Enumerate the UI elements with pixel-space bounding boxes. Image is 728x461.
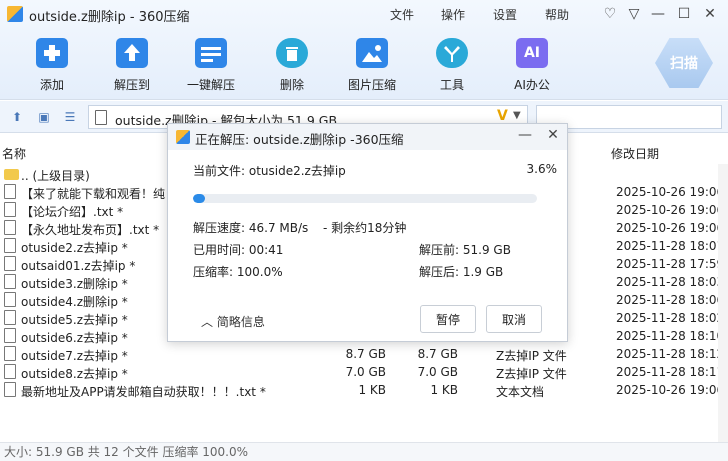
- skin-icon[interactable]: ♡: [599, 3, 621, 25]
- file-icon: [4, 346, 16, 361]
- size-before: 解压前: 51.9 GB: [419, 243, 511, 257]
- maximize-icon[interactable]: ☐: [673, 3, 695, 25]
- compression-ratio: 压缩率: 100.0%: [193, 265, 283, 279]
- time-remaining: - 剩余约18分钟: [323, 221, 407, 235]
- elapsed-time: 已用时间: 00:41: [193, 243, 284, 257]
- current-file: 当前文件: otuside2.z去掉ip: [193, 164, 346, 178]
- progress-bar: [193, 194, 537, 203]
- file-icon: [4, 328, 16, 343]
- document-icon: [95, 110, 107, 125]
- top-area: outside.z删除ip - 360压缩 文件 操作 设置 帮助 ♡ ▽ — …: [0, 0, 728, 100]
- file-icon: [4, 256, 16, 271]
- minimize-icon[interactable]: —: [516, 127, 534, 145]
- image-compress-icon: [356, 38, 388, 68]
- title-bar: outside.z删除ip - 360压缩 文件 操作 设置 帮助 ♡ ▽ — …: [0, 0, 728, 28]
- toolbar-extract-to-button[interactable]: 解压到: [97, 38, 167, 93]
- status-bar: 大小: 51.9 GB 共 12 个文件 压缩率 100.0%: [0, 442, 728, 461]
- app-logo-icon: [176, 130, 190, 144]
- toolbar-add-button[interactable]: 添加: [17, 38, 87, 93]
- details-label: 简略信息: [216, 315, 265, 329]
- menu-icon[interactable]: ▽: [623, 3, 645, 25]
- view-icon[interactable]: ▣: [37, 110, 51, 124]
- file-icon: [4, 310, 16, 325]
- minimize-icon[interactable]: —: [647, 3, 669, 25]
- menu-file[interactable]: 文件: [390, 6, 414, 23]
- one-click-extract-icon: [195, 38, 227, 68]
- file-icon: [4, 364, 16, 379]
- menu-help[interactable]: 帮助: [545, 6, 569, 23]
- app-logo-icon: [7, 6, 23, 22]
- file-icon: [4, 238, 16, 253]
- file-icon: [4, 184, 16, 199]
- toolbar-tools-button[interactable]: 工具: [417, 38, 487, 93]
- ai-icon: AI: [516, 38, 548, 68]
- size-after: 解压后: 1.9 GB: [419, 265, 504, 279]
- extract-to-icon: [116, 38, 148, 68]
- close-icon[interactable]: ✕: [544, 127, 562, 145]
- pause-button[interactable]: 暂停: [420, 305, 476, 333]
- menu-settings[interactable]: 设置: [493, 6, 517, 23]
- folder-icon: [4, 169, 19, 180]
- trash-icon: [276, 38, 308, 68]
- list-item[interactable]: outside8.z去掉ip * 7.0 GB 7.0 GB Z去掉IP 文件 …: [0, 363, 728, 381]
- toolbar-image-compress-button[interactable]: 图片压缩: [337, 38, 407, 93]
- tools-icon: [436, 38, 468, 68]
- column-modified[interactable]: 修改日期: [611, 145, 659, 162]
- window-title: outside.z删除ip - 360压缩: [29, 10, 190, 25]
- file-icon: [4, 202, 16, 217]
- chevron-up-icon: ︿: [201, 315, 214, 329]
- add-icon: [36, 38, 68, 68]
- cancel-button[interactable]: 取消: [486, 305, 542, 333]
- details-toggle[interactable]: ︿ 简略信息: [201, 313, 265, 330]
- file-icon: [4, 274, 16, 289]
- file-icon: [4, 220, 16, 235]
- toolbar-one-click-extract-button[interactable]: 一键解压: [176, 38, 246, 93]
- scan-button[interactable]: 扫描: [655, 38, 713, 88]
- dialog-title-bar: 正在解压: outside.z删除ip -360压缩 — ✕: [168, 124, 567, 150]
- list-item[interactable]: 最新地址及APP请发邮箱自动获取！！！.txt * 1 KB 1 KB 文本文档…: [0, 381, 728, 399]
- extract-speed: 解压速度: 46.7 MB/s: [193, 221, 309, 235]
- vertical-scrollbar[interactable]: [718, 164, 728, 442]
- column-name[interactable]: 名称: [2, 145, 26, 162]
- chevron-down-icon[interactable]: ▼: [513, 110, 521, 121]
- extract-progress-dialog: 正在解压: outside.z删除ip -360压缩 — ✕ 当前文件: otu…: [167, 123, 568, 342]
- file-icon: [4, 292, 16, 307]
- close-icon[interactable]: ✕: [699, 3, 721, 25]
- checkmark-v-icon: V: [497, 108, 508, 124]
- toolbar-delete-button[interactable]: 删除: [257, 38, 327, 93]
- menu-operate[interactable]: 操作: [441, 6, 465, 23]
- progress-percent: 3.6%: [526, 162, 558, 176]
- list-view-icon[interactable]: ☰: [63, 110, 77, 124]
- toolbar-ai-button[interactable]: AI AI办公: [497, 38, 567, 93]
- file-icon: [4, 382, 16, 397]
- dialog-title: 正在解压: outside.z删除ip -360压缩: [195, 132, 404, 147]
- progress-fill: [193, 194, 206, 203]
- up-arrow-icon[interactable]: ⬆: [10, 110, 24, 124]
- list-item[interactable]: outside7.z去掉ip * 8.7 GB 8.7 GB Z去掉IP 文件 …: [0, 345, 728, 363]
